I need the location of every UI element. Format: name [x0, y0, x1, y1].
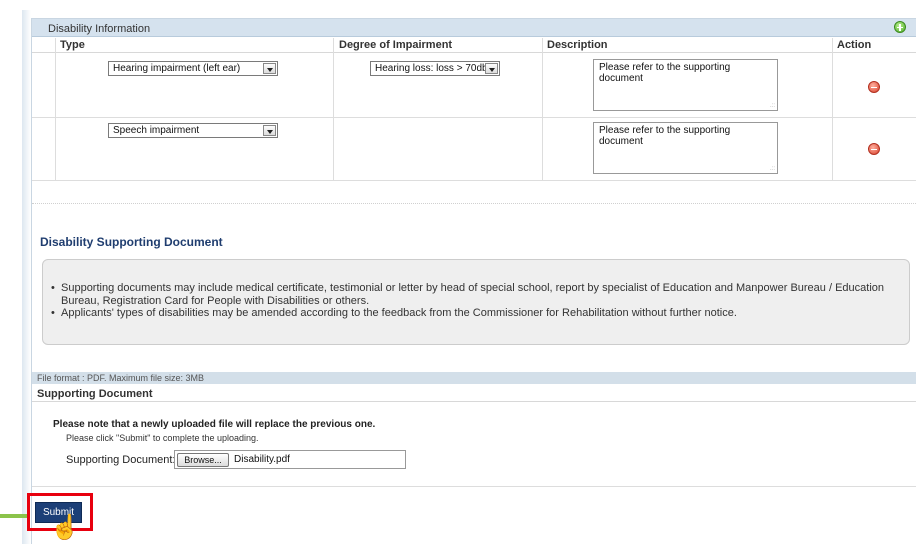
row-divider — [32, 180, 916, 181]
table-divider — [832, 38, 833, 181]
submit-instruction: Please click "Submit" to complete the up… — [66, 433, 259, 443]
description-text: Please refer to the supporting document — [599, 62, 731, 84]
form-panel: Disability Information Type Degree of Im… — [31, 18, 916, 544]
type-select-value: Hearing impairment (left ear) — [113, 63, 241, 74]
type-select-row-1[interactable]: Hearing impairment (left ear) — [108, 61, 278, 76]
selected-file-name: Disability.pdf — [234, 454, 290, 465]
supporting-doc-header: Supporting Document — [32, 385, 916, 402]
chevron-down-icon — [263, 125, 276, 136]
description-text: Please refer to the supporting document — [599, 125, 731, 147]
degree-select-row-1[interactable]: Hearing loss: loss > 70db — [370, 61, 500, 76]
type-select-row-2[interactable]: Speech impairment — [108, 123, 278, 138]
upload-field-label: Supporting Document: — [66, 454, 176, 466]
remove-circle-icon[interactable] — [868, 81, 880, 93]
column-header-action: Action — [837, 39, 872, 51]
column-header-description: Description — [547, 39, 608, 51]
notes-box: Supporting documents may include medical… — [42, 259, 910, 345]
section-title: Disability Information — [48, 23, 151, 35]
table-divider — [55, 38, 56, 181]
table-divider — [333, 38, 334, 181]
type-select-value: Speech impairment — [113, 125, 200, 136]
resize-grip-icon[interactable]: .:: — [770, 166, 775, 172]
supporting-doc-title: Disability Supporting Document — [40, 235, 223, 249]
remove-circle-icon[interactable] — [868, 143, 880, 155]
browse-button[interactable]: Browse... — [177, 453, 229, 467]
add-circle-icon[interactable] — [894, 21, 906, 33]
degree-select-value: Hearing loss: loss > 70db — [375, 63, 488, 74]
table-divider — [542, 38, 543, 181]
description-textarea-row-1[interactable]: Please refer to the supporting document … — [593, 59, 778, 111]
note-item: Applicants' types of disabilities may be… — [51, 307, 897, 320]
column-header-degree: Degree of Impairment — [339, 39, 453, 51]
chevron-down-icon — [263, 63, 276, 74]
separator — [32, 203, 916, 204]
file-format-hint: File format : PDF. Maximum file size: 3M… — [32, 372, 916, 384]
disability-info-header: Disability Information — [32, 19, 916, 37]
hand-pointer-icon: ☝ — [50, 514, 80, 541]
resize-grip-icon[interactable]: .:: — [770, 103, 775, 109]
table-header-row — [32, 38, 916, 53]
column-header-type: Type — [60, 39, 85, 51]
chevron-down-icon — [485, 63, 498, 74]
pointer-arrow-icon — [0, 514, 27, 518]
note-item: Supporting documents may include medical… — [51, 282, 897, 307]
description-textarea-row-2[interactable]: Please refer to the supporting document … — [593, 122, 778, 174]
file-upload-field[interactable]: Browse... Disability.pdf — [174, 450, 406, 469]
row-divider — [32, 117, 916, 118]
notes-list: Supporting documents may include medical… — [51, 282, 897, 320]
replace-file-note: Please note that a newly uploaded file w… — [53, 419, 376, 430]
separator — [32, 486, 916, 487]
